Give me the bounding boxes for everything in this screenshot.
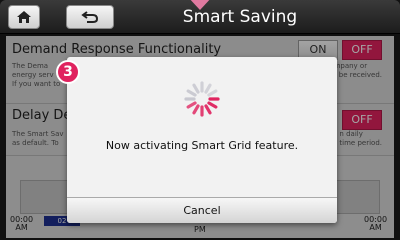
home-button[interactable] (8, 5, 40, 29)
dialog-message: Now activating Smart Grid feature. (105, 139, 299, 152)
spinner-spoke (186, 89, 197, 97)
spinner-spoke (204, 83, 212, 94)
page-title: Smart Saving (182, 7, 298, 27)
activation-dialog: Now activating Smart Grid feature. Cance… (67, 57, 337, 223)
cancel-button[interactable]: Cancel (67, 197, 337, 223)
app-frame: Smart Saving Demand Response Functionali… (0, 0, 400, 240)
spinner-spoke (204, 104, 212, 115)
spinner-spoke (192, 83, 200, 94)
back-arrow-icon (81, 11, 99, 23)
top-bar: Smart Saving (0, 0, 400, 34)
back-button[interactable] (66, 5, 114, 29)
step-number-badge: 3 (56, 60, 80, 84)
pointer-marker-icon (190, 0, 210, 10)
spinner-spoke (207, 89, 218, 97)
loading-spinner-icon (184, 81, 220, 117)
spinner-spoke (207, 101, 218, 109)
spinner-spoke (192, 104, 200, 115)
home-icon (17, 11, 31, 23)
spinner-spoke (186, 101, 197, 109)
